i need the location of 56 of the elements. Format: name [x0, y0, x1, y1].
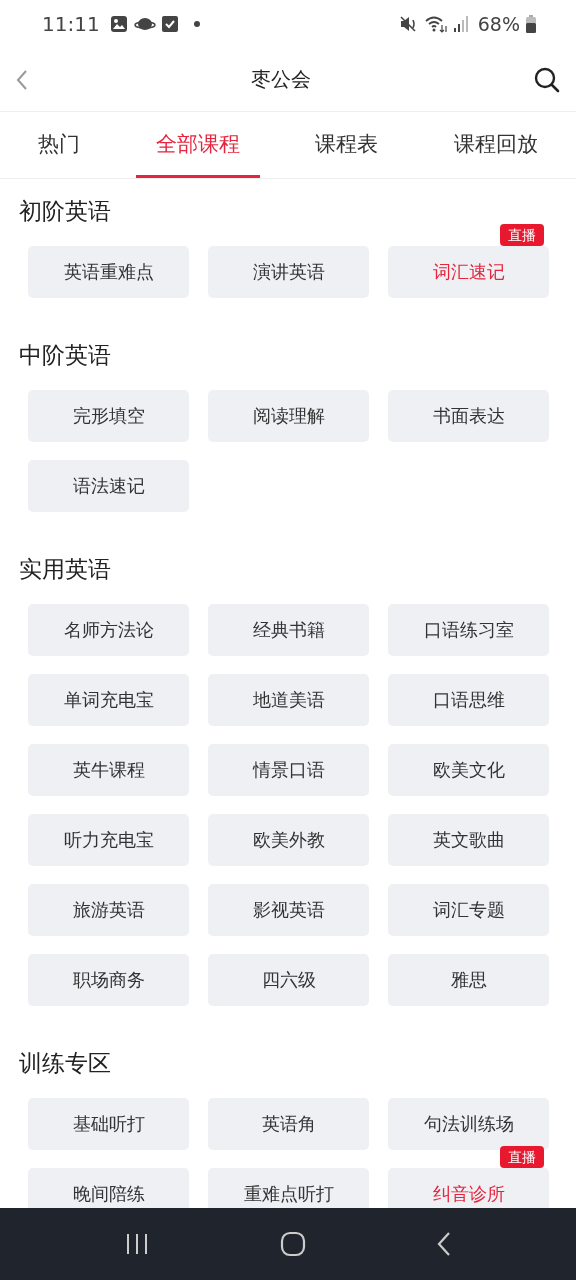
course-chip[interactable]: 晚间陪练 [28, 1168, 189, 1208]
section-title: 初阶英语 [18, 197, 112, 226]
section-title: 实用英语 [18, 555, 112, 584]
course-chip[interactable]: 纠音诊所 [388, 1168, 549, 1208]
course-chip[interactable]: 词汇专题 [388, 884, 549, 936]
course-chip[interactable]: 英牛课程 [28, 744, 189, 796]
course-chip[interactable]: 演讲英语 [208, 246, 369, 298]
battery-percent: 68% [477, 13, 520, 35]
course-chip[interactable]: 欧美外教 [208, 814, 369, 866]
back-icon[interactable] [436, 1231, 451, 1257]
course-chip[interactable]: 口语思维 [388, 674, 549, 726]
tab[interactable]: 热门 [17, 112, 100, 178]
course-chip[interactable]: 英语角 [208, 1098, 369, 1150]
course-chip[interactable]: 英文歌曲 [388, 814, 549, 866]
course-chip[interactable]: 英语重难点 [28, 246, 189, 298]
status-time: 11:11 [42, 12, 100, 36]
course-chip[interactable]: 欧美文化 [388, 744, 549, 796]
course-chip[interactable]: 书面表达 [388, 390, 549, 442]
tab[interactable]: 课程回放 [434, 112, 559, 178]
course-chip[interactable]: 语法速记 [28, 460, 189, 512]
course-chip[interactable]: 重难点听打 [208, 1168, 369, 1208]
recent-apps-icon[interactable] [125, 1233, 150, 1255]
mute-icon [399, 16, 418, 32]
course-chip[interactable]: 雅思 [388, 954, 549, 1006]
course-chip[interactable]: 情景口语 [208, 744, 369, 796]
tab[interactable]: 课程表 [295, 112, 399, 178]
course-chip[interactable]: 经典书籍 [208, 604, 369, 656]
wifi-icon [423, 15, 448, 33]
course-chip[interactable]: 影视英语 [208, 884, 369, 936]
course-chip[interactable]: 地道美语 [208, 674, 369, 726]
battery-icon [526, 15, 536, 33]
course-chip[interactable]: 口语练习室 [388, 604, 549, 656]
tab[interactable]: 全部课程 [135, 112, 260, 178]
course-chip[interactable]: 听力充电宝 [28, 814, 189, 866]
section-title: 训练专区 [18, 1049, 112, 1078]
image-icon [109, 15, 128, 33]
course-chip[interactable]: 句法训练场 [388, 1098, 549, 1150]
live-badge: 直播 [500, 1146, 544, 1168]
planet-icon [133, 16, 156, 32]
course-chip[interactable]: 阅读理解 [208, 390, 369, 442]
dot-icon [193, 21, 200, 27]
live-badge: 直播 [500, 224, 544, 246]
course-chip[interactable]: 单词充电宝 [28, 674, 189, 726]
course-chip[interactable]: 旅游英语 [28, 884, 189, 936]
course-chip[interactable]: 职场商务 [28, 954, 189, 1006]
course-chip[interactable]: 四六级 [208, 954, 369, 1006]
home-icon[interactable] [280, 1231, 306, 1257]
course-chip[interactable]: 完形填空 [28, 390, 189, 442]
checkbox-icon [161, 16, 178, 32]
course-chip[interactable]: 词汇速记 [388, 246, 549, 298]
page-title: 枣公会 [251, 66, 311, 93]
signal-icon [453, 16, 468, 32]
course-chip[interactable]: 基础听打 [28, 1098, 189, 1150]
course-chip[interactable]: 名师方法论 [28, 604, 189, 656]
search-icon[interactable] [534, 66, 560, 93]
section-title: 中阶英语 [18, 341, 112, 370]
